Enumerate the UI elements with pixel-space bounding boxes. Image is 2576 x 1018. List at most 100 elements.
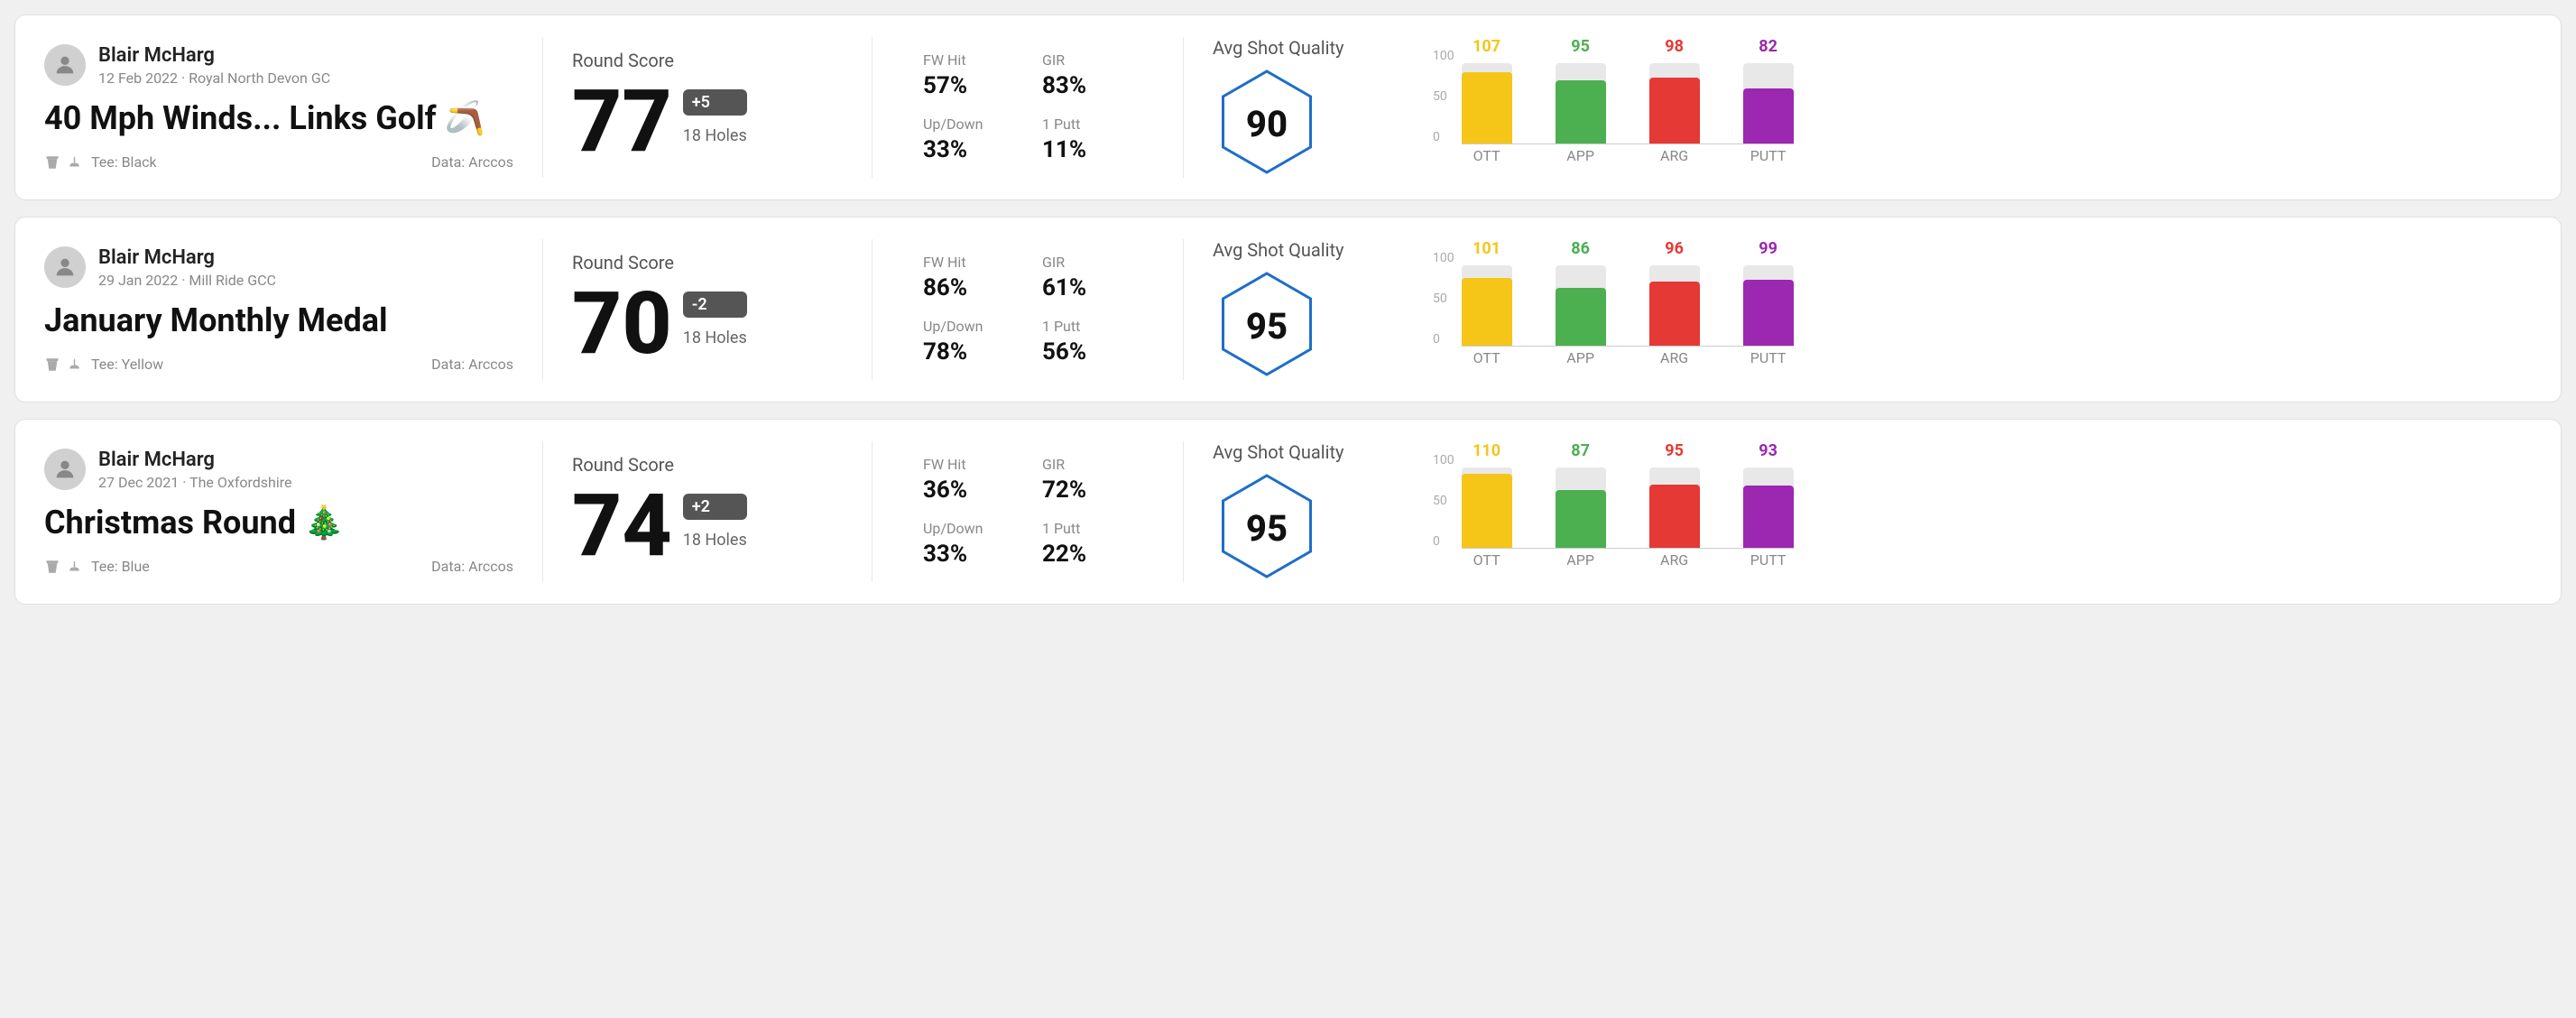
chart-y-labels: 100500 xyxy=(1433,251,1454,347)
divider-2 xyxy=(872,37,873,178)
score-label: Round Score xyxy=(572,454,843,476)
bar-bg-arg xyxy=(1649,467,1700,549)
user-date: 12 Feb 2022 · Royal North Devon GC xyxy=(98,69,330,87)
bar-fill-app xyxy=(1556,80,1606,144)
quality-label: Avg Shot Quality xyxy=(1213,37,1344,59)
score-holes: 18 Holes xyxy=(683,329,747,347)
divider-3 xyxy=(1183,441,1184,582)
bar-bg-app xyxy=(1556,467,1606,549)
hexagon-container: 95 xyxy=(1213,272,1321,380)
tee-label: Tee: Blue xyxy=(91,558,150,575)
user-name: Blair McHarg xyxy=(98,246,276,270)
bar-fill-ott xyxy=(1462,72,1512,144)
stats-section: FW Hit 86% GIR 61% Up/Down 78% 1 Putt 56… xyxy=(901,254,1154,366)
fw-hit-value: 57% xyxy=(923,72,1013,99)
bar-bg-ott xyxy=(1462,63,1512,144)
score-number: 70 xyxy=(572,281,672,367)
updown-value: 78% xyxy=(923,338,1013,366)
user-date: 29 Jan 2022 · Mill Ride GCC xyxy=(98,272,276,289)
y-label: 50 xyxy=(1433,89,1454,104)
user-name: Blair McHarg xyxy=(98,449,292,472)
quality-section: Avg Shot Quality 95 xyxy=(1213,441,1411,582)
bar-label-app: APP xyxy=(1566,349,1594,366)
bar-label-putt: PUTT xyxy=(1750,551,1787,569)
gir-label: GIR xyxy=(1042,456,1132,473)
stats-grid: FW Hit 57% GIR 83% Up/Down 33% 1 Putt 11… xyxy=(923,51,1132,163)
oneputt-value: 56% xyxy=(1042,338,1132,366)
bar-fill-arg xyxy=(1649,485,1700,549)
chart-section: 100500 107 OTT 95 APP xyxy=(1411,49,2532,166)
oneputt-stat: 1 Putt 22% xyxy=(1042,520,1132,568)
bar-label-ott: OTT xyxy=(1473,551,1500,569)
oneputt-label: 1 Putt xyxy=(1042,318,1132,335)
y-label: 0 xyxy=(1433,130,1454,144)
oneputt-label: 1 Putt xyxy=(1042,116,1132,133)
bar-value-app: 95 xyxy=(1571,37,1590,56)
user-info: Blair McHarg 27 Dec 2021 · The Oxfordshi… xyxy=(44,449,513,491)
hexagon-container: 95 xyxy=(1213,474,1321,582)
bar-bg-putt xyxy=(1743,467,1794,549)
user-date: 27 Dec 2021 · The Oxfordshire xyxy=(98,474,292,491)
fw-hit-value: 86% xyxy=(923,274,1013,301)
round-card-3: Blair McHarg 27 Dec 2021 · The Oxfordshi… xyxy=(14,419,2562,605)
updown-stat: Up/Down 33% xyxy=(923,116,1013,163)
divider-1 xyxy=(542,441,543,582)
score-badge-info: +5 18 Holes xyxy=(683,89,747,165)
gir-stat: GIR 83% xyxy=(1042,51,1132,99)
bar-bg-ott xyxy=(1462,265,1512,347)
user-details: Blair McHarg 27 Dec 2021 · The Oxfordshi… xyxy=(98,449,292,491)
updown-stat: Up/Down 33% xyxy=(923,520,1013,568)
bar-value-ott: 110 xyxy=(1473,441,1500,460)
score-number: 77 xyxy=(572,79,672,165)
bar-fill-ott xyxy=(1462,278,1512,347)
quality-score: 95 xyxy=(1246,305,1288,347)
bar-bg-app xyxy=(1556,63,1606,144)
gir-value: 61% xyxy=(1042,274,1132,301)
divider-3 xyxy=(1183,239,1184,380)
round-title: 40 Mph Winds... Links Golf 🪃 xyxy=(44,99,513,137)
oneputt-value: 22% xyxy=(1042,541,1132,568)
user-name: Blair McHarg xyxy=(98,44,330,68)
updown-label: Up/Down xyxy=(923,318,1013,335)
footer-info: Tee: Blue Data: Arccos xyxy=(44,558,513,575)
score-section: Round Score 74 +2 18 Holes xyxy=(572,454,843,569)
gir-label: GIR xyxy=(1042,51,1132,69)
stats-grid: FW Hit 36% GIR 72% Up/Down 33% 1 Putt 22… xyxy=(923,456,1132,568)
quality-score: 95 xyxy=(1246,507,1288,550)
bar-col-putt: 82 PUTT xyxy=(1743,37,1794,144)
bar-value-arg: 95 xyxy=(1665,441,1684,460)
gir-value: 83% xyxy=(1042,72,1132,99)
divider-2 xyxy=(872,441,873,582)
score-badge: -2 xyxy=(683,292,747,318)
bar-bg-putt xyxy=(1743,265,1794,347)
oneputt-stat: 1 Putt 56% xyxy=(1042,318,1132,366)
quality-section: Avg Shot Quality 90 xyxy=(1213,37,1411,178)
bar-chart: 110 OTT 87 APP 95 ARG xyxy=(1462,453,1794,570)
fw-hit-stat: FW Hit 36% xyxy=(923,456,1013,504)
updown-label: Up/Down xyxy=(923,520,1013,537)
bar-value-putt: 99 xyxy=(1759,239,1777,258)
user-details: Blair McHarg 29 Jan 2022 · Mill Ride GCC xyxy=(98,246,276,289)
divider-1 xyxy=(542,239,543,380)
y-label: 100 xyxy=(1433,251,1454,265)
bar-col-putt: 99 PUTT xyxy=(1743,239,1794,347)
stats-section: FW Hit 57% GIR 83% Up/Down 33% 1 Putt 11… xyxy=(901,51,1154,163)
bar-fill-putt xyxy=(1743,486,1794,549)
updown-value: 33% xyxy=(923,136,1013,163)
bar-col-app: 87 APP xyxy=(1556,441,1606,549)
data-source: Data: Arccos xyxy=(431,356,513,373)
bar-value-putt: 82 xyxy=(1759,37,1777,56)
hexagon-container: 90 xyxy=(1213,69,1321,178)
score-label: Round Score xyxy=(572,50,843,71)
bar-value-ott: 101 xyxy=(1473,239,1500,258)
score-holes: 18 Holes xyxy=(683,126,747,145)
score-section: Round Score 77 +5 18 Holes xyxy=(572,50,843,165)
bar-fill-app xyxy=(1556,288,1606,347)
chart-section: 100500 101 OTT 86 APP xyxy=(1411,251,2532,368)
fw-hit-stat: FW Hit 86% xyxy=(923,254,1013,301)
gir-label: GIR xyxy=(1042,254,1132,271)
round-card-1: Blair McHarg 12 Feb 2022 · Royal North D… xyxy=(14,14,2562,200)
bar-bg-ott xyxy=(1462,467,1512,549)
footer-info: Tee: Yellow Data: Arccos xyxy=(44,356,513,373)
chart-wrapper: 100500 107 OTT 95 APP xyxy=(1433,49,2532,166)
